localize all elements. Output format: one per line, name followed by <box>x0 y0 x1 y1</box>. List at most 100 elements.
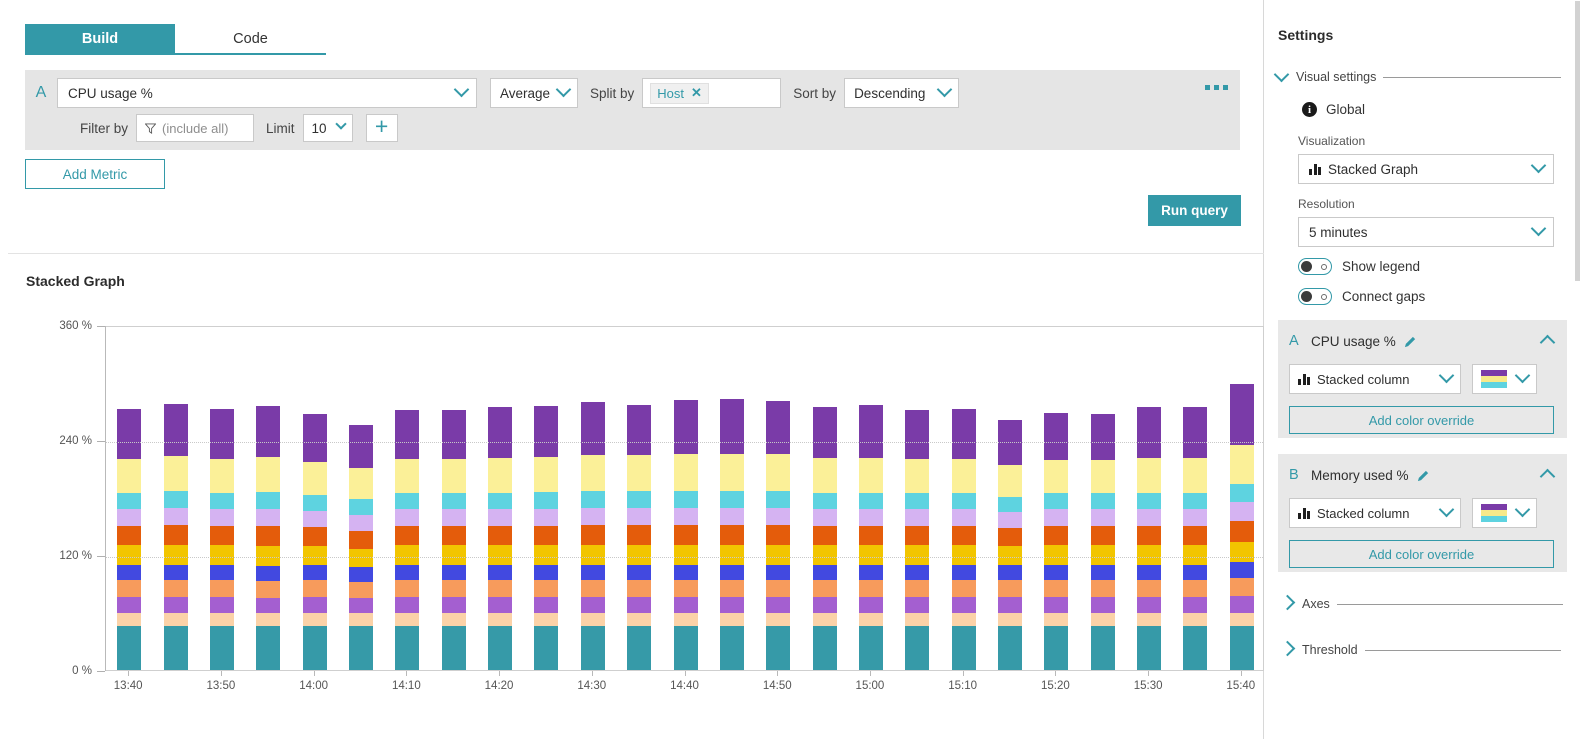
gridline <box>106 557 1263 558</box>
settings-scrollbar[interactable] <box>1575 1 1580 281</box>
metric-select[interactable]: CPU usage % <box>57 78 477 108</box>
aggregation-select[interactable]: Average <box>490 78 578 108</box>
stack-segment <box>1044 509 1069 527</box>
collapse-chevron-up-icon[interactable] <box>1539 468 1556 485</box>
stack-segment <box>441 564 466 580</box>
stacked-bar[interactable] <box>1137 406 1162 670</box>
stacked-bar[interactable] <box>488 407 513 670</box>
stack-segment <box>117 492 142 510</box>
dot-icon <box>1223 85 1228 90</box>
gridline <box>106 442 1263 443</box>
stacked-bar[interactable] <box>951 409 976 670</box>
metric-a-chart-type-select[interactable]: Stacked column <box>1289 364 1461 394</box>
stacked-bar[interactable] <box>163 403 188 670</box>
collapse-chevron-up-icon[interactable] <box>1539 334 1556 351</box>
stacked-bar[interactable] <box>1183 406 1208 670</box>
metric-b-palette-select[interactable] <box>1472 498 1537 528</box>
threshold-section-header[interactable]: Threshold <box>1279 640 1561 657</box>
stack-segment <box>951 579 976 598</box>
stacked-bar[interactable] <box>1229 384 1254 670</box>
stack-segment <box>1044 579 1069 598</box>
visual-settings-section-header[interactable]: Visual settings <box>1273 66 1566 84</box>
sort-by-select[interactable]: Descending <box>844 78 960 108</box>
stack-segment <box>627 597 652 614</box>
stack-segment <box>580 508 605 526</box>
edit-pencil-icon[interactable] <box>1404 335 1417 348</box>
stack-segment <box>1137 579 1162 598</box>
stack-segment <box>163 545 188 565</box>
stacked-bar[interactable] <box>302 414 327 670</box>
stacked-bar[interactable] <box>627 404 652 670</box>
stacked-bar[interactable] <box>905 410 930 670</box>
stack-segment <box>395 613 420 626</box>
stacked-bar[interactable] <box>395 410 420 670</box>
stack-segment <box>1183 625 1208 670</box>
stacked-bar[interactable] <box>673 399 698 670</box>
bar-chart-icon <box>1298 373 1310 385</box>
stacked-bar[interactable] <box>1044 413 1069 670</box>
stack-segment <box>766 454 791 491</box>
stack-segment <box>348 598 373 614</box>
dot-icon <box>1214 85 1219 90</box>
resolution-select[interactable]: 5 minutes <box>1298 217 1554 247</box>
show-legend-label: Show legend <box>1342 259 1421 274</box>
stack-segment <box>1044 613 1069 626</box>
metric-b-chart-type-select[interactable]: Stacked column <box>1289 498 1461 528</box>
stack-segment <box>1044 460 1069 493</box>
stacked-bar[interactable] <box>998 419 1023 670</box>
stacked-bar[interactable] <box>812 406 837 670</box>
stack-segment <box>951 597 976 614</box>
stacked-bar[interactable] <box>117 409 142 670</box>
edit-pencil-icon[interactable] <box>1417 469 1430 482</box>
stack-segment <box>348 549 373 568</box>
stack-segment <box>348 424 373 468</box>
metric-a-palette-select[interactable] <box>1472 364 1537 394</box>
filter-by-input[interactable]: (include all) <box>136 114 255 142</box>
axes-section-header[interactable]: Axes <box>1279 594 1563 611</box>
stack-segment <box>395 625 420 670</box>
stack-segment <box>905 526 930 546</box>
stacked-bar[interactable] <box>858 404 883 670</box>
stack-segment <box>163 490 188 509</box>
run-query-button[interactable]: Run query <box>1148 195 1241 226</box>
tab-build[interactable]: Build <box>25 24 175 55</box>
stack-segment <box>580 455 605 491</box>
y-axis-tick-label: 360 % <box>59 320 92 332</box>
stacked-bar[interactable] <box>1090 414 1115 670</box>
x-axis-tick-label: 14:40 <box>670 680 699 692</box>
swatch-band <box>1481 516 1507 522</box>
stacked-bar[interactable] <box>256 405 281 670</box>
limit-select[interactable]: 10 <box>302 114 353 142</box>
stacked-bar[interactable] <box>209 409 234 670</box>
stacked-bar[interactable] <box>441 410 466 670</box>
stack-segment <box>117 545 142 565</box>
metric-b-add-color-override-button[interactable]: Add color override <box>1289 540 1554 568</box>
stack-segment <box>951 625 976 670</box>
stacked-bar[interactable] <box>534 405 559 670</box>
stack-segment <box>998 464 1023 497</box>
stack-segment <box>951 459 976 493</box>
y-axis-tick-label: 0 % <box>72 665 92 677</box>
stack-segment <box>627 564 652 580</box>
stack-segment <box>766 613 791 626</box>
more-options-button[interactable] <box>1205 85 1228 90</box>
add-metric-button[interactable]: Add Metric <box>25 159 165 189</box>
stack-segment <box>209 509 234 527</box>
stacked-bar[interactable] <box>719 398 744 670</box>
close-icon[interactable]: ✕ <box>691 85 702 101</box>
y-axis-tick-mark <box>97 671 105 672</box>
tab-code[interactable]: Code <box>175 24 326 55</box>
split-by-field[interactable]: Host ✕ <box>642 78 782 108</box>
limit-label: Limit <box>266 120 295 136</box>
split-by-chip-host[interactable]: Host ✕ <box>650 82 709 104</box>
show-legend-toggle[interactable]: Show legend <box>1298 258 1420 275</box>
add-filter-button[interactable]: + <box>365 114 398 142</box>
metric-a-add-color-override-button[interactable]: Add color override <box>1289 406 1554 434</box>
connect-gaps-toggle[interactable]: Connect gaps <box>1298 288 1425 305</box>
metric-a-color-override-label: Add color override <box>1368 412 1475 428</box>
stack-segment <box>256 405 281 458</box>
stack-segment <box>209 492 234 510</box>
chevron-right-icon <box>1279 594 1296 611</box>
visualization-select[interactable]: Stacked Graph <box>1298 154 1554 184</box>
stacked-bar[interactable] <box>348 424 373 670</box>
